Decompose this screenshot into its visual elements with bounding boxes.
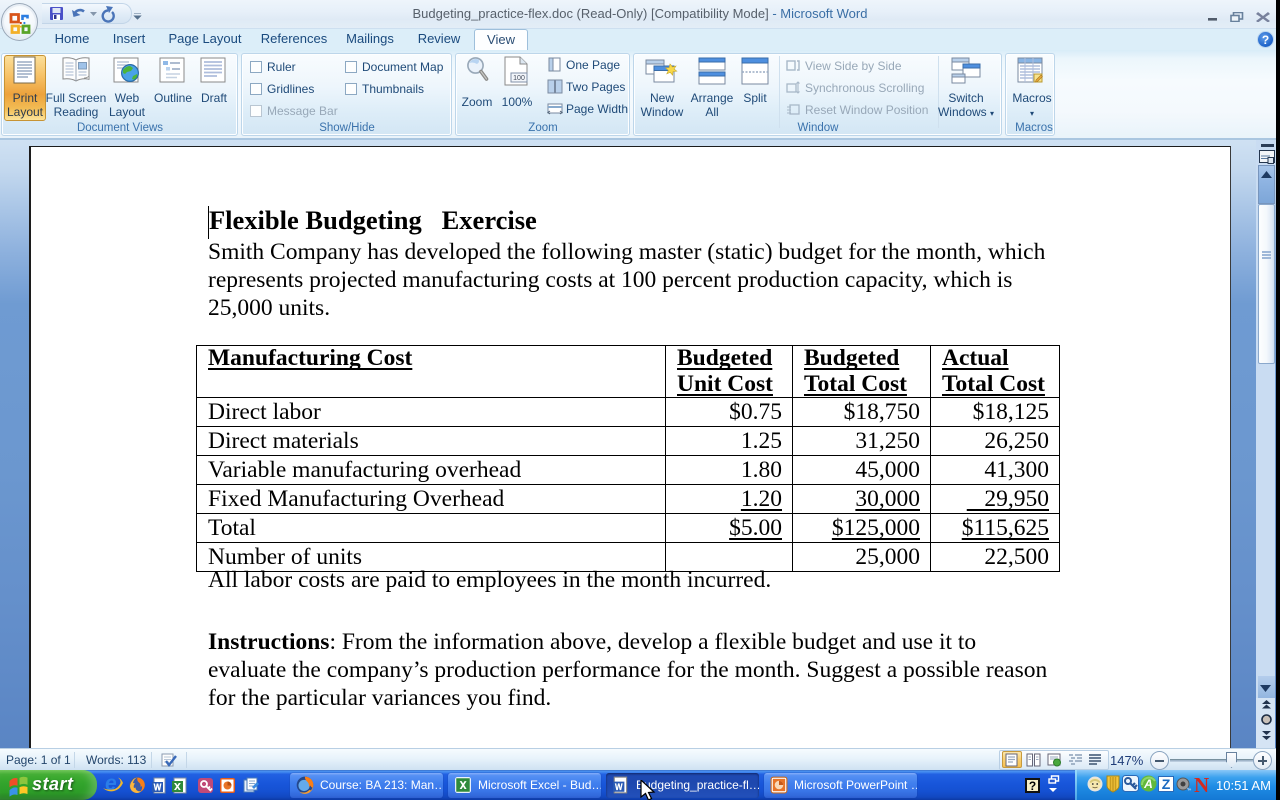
svg-text:Z: Z — [1162, 776, 1171, 792]
svg-text:100: 100 — [513, 75, 525, 82]
svg-text:A: A — [1143, 777, 1153, 791]
